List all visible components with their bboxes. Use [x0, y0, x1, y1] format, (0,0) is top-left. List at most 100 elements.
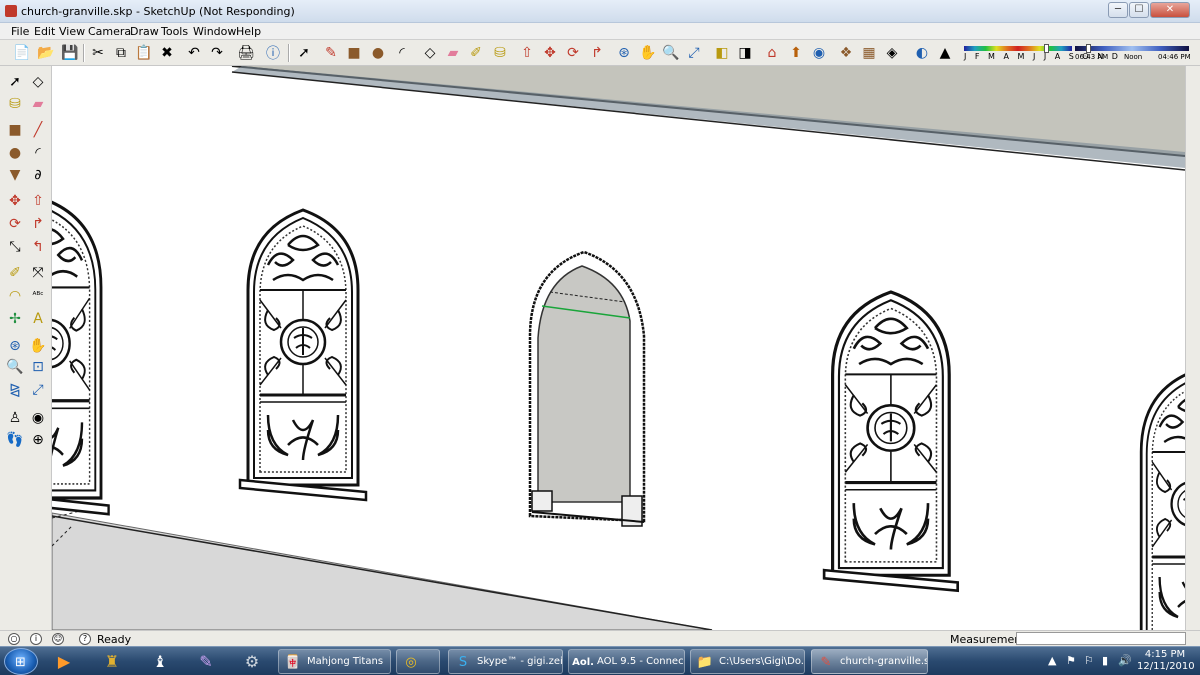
network-icon[interactable]: ⚑ — [1066, 654, 1076, 667]
walk-tool-icon[interactable]: 👣 — [5, 430, 25, 450]
drawing-viewport[interactable] — [52, 66, 1185, 630]
model-info-icon[interactable]: ⓘ — [263, 43, 283, 63]
shadows-icon[interactable]: ◐ — [912, 43, 932, 63]
show-hidden-icons-icon[interactable]: ▲ — [1048, 654, 1056, 667]
zoom-extents-tool-icon[interactable]: ⤢ — [28, 380, 48, 400]
follow-me-tool-icon[interactable]: ↱ — [28, 214, 48, 234]
materials-icon[interactable]: ▦ — [859, 43, 879, 63]
redo-icon[interactable]: ↷ — [207, 43, 227, 63]
styles-icon[interactable]: ◈ — [882, 43, 902, 63]
freehand-tool-icon[interactable]: ∂ — [28, 165, 48, 185]
menu-view[interactable]: View — [59, 25, 85, 38]
line-tool-icon[interactable]: ╱ — [28, 120, 48, 140]
clock[interactable]: 4:15 PM 12/11/2010 — [1137, 649, 1195, 674]
orbit-tool-icon[interactable]: ⊛ — [5, 336, 25, 356]
task-sketchup[interactable]: ✎ church-granville.s... — [811, 649, 928, 674]
credits-icon[interactable]: i — [30, 633, 42, 645]
circle-icon[interactable]: ● — [368, 43, 388, 63]
notes-icon[interactable]: ✎ — [194, 650, 218, 672]
axes-tool-icon[interactable]: ✢ — [5, 309, 25, 329]
paint-tool-icon[interactable]: ⛁ — [5, 94, 25, 114]
signal-icon[interactable]: ▮ — [1102, 654, 1108, 667]
zoom-tool-icon[interactable]: 🔍 — [5, 357, 25, 377]
open-icon[interactable]: 📂 — [36, 43, 56, 63]
menu-camera[interactable]: Camera — [88, 25, 131, 38]
orbit-icon[interactable]: ⊛ — [614, 43, 634, 63]
close-button[interactable]: ✕ — [1150, 2, 1190, 18]
3d-text-tool-icon[interactable]: A — [28, 309, 48, 329]
select-icon[interactable]: ➚ — [294, 43, 314, 63]
menu-window[interactable]: Window — [193, 25, 236, 38]
protractor-tool-icon[interactable]: ◠ — [5, 286, 25, 306]
menu-edit[interactable]: Edit — [34, 25, 55, 38]
section-plane-tool-icon[interactable]: ⊕ — [28, 430, 48, 450]
zoom-window-tool-icon[interactable]: ⊡ — [28, 357, 48, 377]
time-slider-knob[interactable] — [1085, 44, 1091, 53]
start-button[interactable]: ⊞ — [4, 648, 38, 675]
game-icon[interactable]: ♜ — [100, 650, 124, 672]
new-icon[interactable]: 📄 — [12, 43, 32, 63]
task-skype[interactable]: S Skype™ - gigi.zeitl... — [448, 649, 563, 674]
text-tool-icon[interactable]: ᴬᴮᶜ — [28, 286, 48, 306]
google-earth-icon[interactable]: ◉ — [809, 43, 829, 63]
shadow-month-slider[interactable]: J F M A M J J A S O N D — [962, 44, 1118, 64]
components-icon[interactable]: ❖ — [836, 43, 856, 63]
minimize-button[interactable]: ─ — [1108, 2, 1128, 18]
help-icon[interactable]: ? — [79, 633, 91, 645]
push-pull-icon[interactable]: ⇧ — [517, 43, 537, 63]
fog-icon[interactable]: ▲ — [935, 43, 955, 63]
undo-icon[interactable]: ↶ — [184, 43, 204, 63]
rectangle-icon[interactable]: ■ — [344, 43, 364, 63]
previous-icon[interactable]: ◧ — [712, 43, 732, 63]
eraser-tool-icon[interactable]: ▰ — [28, 94, 48, 114]
settings-gear-icon[interactable]: ⚙ — [240, 650, 264, 672]
next-icon[interactable]: ◨ — [735, 43, 755, 63]
arc-icon[interactable]: ◜ — [392, 43, 412, 63]
offset-tool-icon[interactable]: ↰ — [28, 237, 48, 257]
menu-tools[interactable]: Tools — [161, 25, 188, 38]
tape-icon[interactable]: ✐ — [466, 43, 486, 63]
maximize-button[interactable]: ☐ — [1129, 2, 1149, 18]
look-around-tool-icon[interactable]: ◉ — [28, 408, 48, 428]
paste-icon[interactable]: 📋 — [134, 43, 154, 63]
select-tool-icon[interactable]: ➚ — [5, 72, 25, 92]
share-model-icon[interactable]: ⬆ — [786, 43, 806, 63]
shadow-time-slider[interactable]: 06:43 AM Noon 04:46 PM — [1074, 44, 1191, 64]
follow-me-icon[interactable]: ↱ — [587, 43, 607, 63]
task-aol[interactable]: Aol. AOL 9.5 - Connec... — [568, 649, 685, 674]
zoom-extents-icon[interactable]: ⤢ — [684, 43, 704, 63]
warehouse-icon[interactable]: ⌂ — [762, 43, 782, 63]
chess-icon[interactable]: ♝ — [148, 650, 172, 672]
scale-tool-icon[interactable]: ⤡ — [5, 237, 25, 257]
arc-tool-icon[interactable]: ◜ — [28, 143, 48, 163]
rotate-icon[interactable]: ⟳ — [563, 43, 583, 63]
component-tool-icon[interactable]: ◇ — [28, 72, 48, 92]
paint-bucket-icon[interactable]: ⛁ — [490, 43, 510, 63]
user-icon[interactable]: ☺ — [52, 633, 64, 645]
copy-icon[interactable]: ⧉ — [111, 43, 131, 63]
move-icon[interactable]: ✥ — [540, 43, 560, 63]
eraser-icon[interactable]: ▰ — [443, 43, 463, 63]
measurements-input[interactable] — [1016, 632, 1186, 645]
rotate-tool-icon[interactable]: ⟳ — [5, 214, 25, 234]
menu-draw[interactable]: Draw — [130, 25, 159, 38]
pan-icon[interactable]: ✋ — [638, 43, 658, 63]
previous-view-tool-icon[interactable]: ⧎ — [5, 380, 25, 400]
save-icon[interactable]: 💾 — [60, 43, 80, 63]
task-aol-disc[interactable]: ◎ — [396, 649, 440, 674]
circle-tool-icon[interactable]: ● — [5, 143, 25, 163]
volume-icon[interactable]: 🔊 — [1118, 654, 1132, 667]
task-mahjong[interactable]: 🀄 Mahjong Titans — [278, 649, 391, 674]
month-slider-track[interactable] — [964, 46, 1072, 51]
print-icon[interactable]: 🖨 — [236, 43, 256, 63]
menu-help[interactable]: Help — [236, 25, 261, 38]
pan-tool-icon[interactable]: ✋ — [28, 336, 48, 356]
polygon-tool-icon[interactable]: ▼ — [5, 165, 25, 185]
task-explorer[interactable]: 📁 C:\Users\Gigi\Do... — [690, 649, 805, 674]
tape-tool-icon[interactable]: ✐ — [5, 263, 25, 283]
geo-location-icon[interactable]: ○ — [8, 633, 20, 645]
zoom-icon[interactable]: 🔍 — [661, 43, 681, 63]
make-component-icon[interactable]: ◇ — [420, 43, 440, 63]
move-tool-icon[interactable]: ✥ — [5, 191, 25, 211]
action-center-icon[interactable]: ⚐ — [1084, 654, 1094, 667]
